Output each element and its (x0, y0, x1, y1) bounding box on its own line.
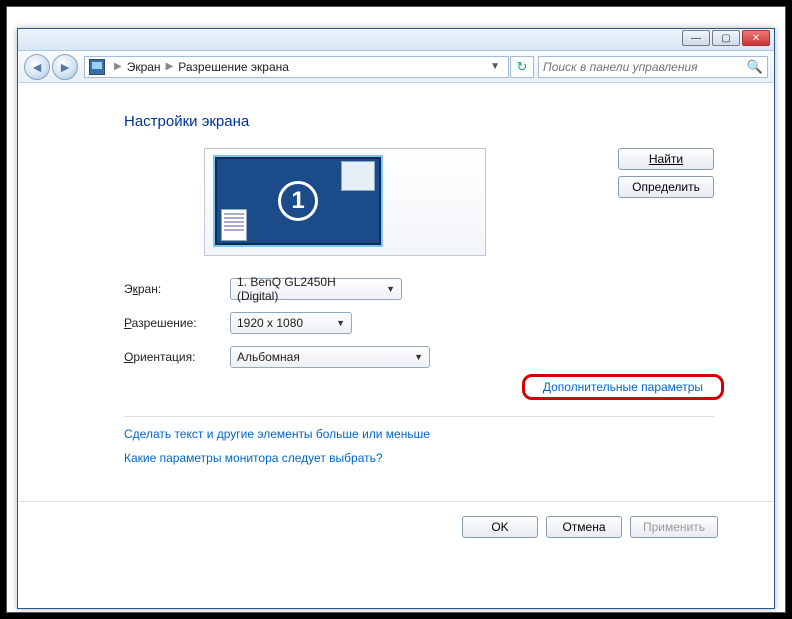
monitor-window-icon (341, 161, 375, 191)
which-settings-link[interactable]: Какие параметры монитора следует выбрать… (124, 451, 714, 465)
monitor-preview-row: 1 Найти Определить (124, 148, 714, 256)
resolution-combo[interactable]: 1920 x 1080 ▼ (230, 312, 352, 334)
window-buttons: — ▢ ✕ (682, 30, 770, 46)
maximize-button[interactable]: ▢ (712, 30, 740, 46)
ok-button[interactable]: OK (462, 516, 538, 538)
page-heading: Настройки экрана (124, 113, 714, 130)
address-dropdown-icon[interactable]: ▼ (486, 61, 504, 72)
forward-button[interactable]: ► (52, 54, 78, 80)
minimize-button[interactable]: — (682, 30, 710, 46)
chevron-down-icon: ▼ (378, 284, 395, 294)
content-area: Настройки экрана 1 Найти Определить Экра… (18, 83, 774, 465)
breadcrumb-separator-icon: ▶ (166, 61, 174, 72)
cancel-button[interactable]: Отмена (546, 516, 622, 538)
monitor-document-icon (221, 209, 247, 241)
resolution-label: Разрешение: (124, 316, 230, 330)
orientation-label: Ориентация: (124, 350, 230, 364)
display-combo[interactable]: 1. BenQ GL2450H (Digital) ▼ (230, 278, 402, 300)
chevron-down-icon: ▼ (406, 352, 423, 362)
nav-bar: ◄ ► ▶ Экран ▶ Разрешение экрана ▼ ↻ 🔍 (18, 51, 774, 83)
settings-form: Экран: 1. BenQ GL2450H (Digital) ▼ Разре… (124, 278, 714, 368)
divider (124, 416, 714, 417)
orientation-value: Альбомная (237, 350, 300, 364)
search-box[interactable]: 🔍 (538, 56, 768, 78)
back-button[interactable]: ◄ (24, 54, 50, 80)
monitor-thumbnail[interactable]: 1 (213, 155, 383, 247)
search-icon[interactable]: 🔍 (747, 59, 763, 75)
text-size-link[interactable]: Сделать текст и другие элементы больше и… (124, 427, 714, 441)
breadcrumb-display[interactable]: Экран (127, 60, 161, 74)
identify-button[interactable]: Определить (618, 176, 714, 198)
address-bar[interactable]: ▶ Экран ▶ Разрешение экрана ▼ (84, 56, 509, 78)
monitor-preview-box: 1 (204, 148, 486, 256)
control-panel-icon (89, 59, 105, 75)
window: — ▢ ✕ ◄ ► ▶ Экран ▶ Разрешение экрана ▼ … (17, 28, 775, 609)
breadcrumb-separator-icon: ▶ (114, 61, 122, 72)
orientation-combo[interactable]: Альбомная ▼ (230, 346, 430, 368)
highlight-annotation: Дополнительные параметры (522, 374, 724, 400)
outer-frame: — ▢ ✕ ◄ ► ▶ Экран ▶ Разрешение экрана ▼ … (6, 6, 786, 613)
chevron-down-icon: ▼ (328, 318, 345, 328)
titlebar: — ▢ ✕ (18, 29, 774, 51)
apply-button[interactable]: Применить (630, 516, 718, 538)
detect-button[interactable]: Найти (618, 148, 714, 170)
refresh-button[interactable]: ↻ (510, 56, 534, 78)
advanced-settings-link[interactable]: Дополнительные параметры (533, 374, 713, 400)
breadcrumb-resolution[interactable]: Разрешение экрана (178, 60, 289, 74)
display-label: Экран: (124, 282, 230, 296)
search-input[interactable] (543, 60, 747, 74)
monitor-number: 1 (278, 181, 318, 221)
display-value: 1. BenQ GL2450H (Digital) (237, 275, 378, 303)
dialog-footer: OK Отмена Применить (18, 501, 774, 608)
close-button[interactable]: ✕ (742, 30, 770, 46)
resolution-value: 1920 x 1080 (237, 316, 303, 330)
